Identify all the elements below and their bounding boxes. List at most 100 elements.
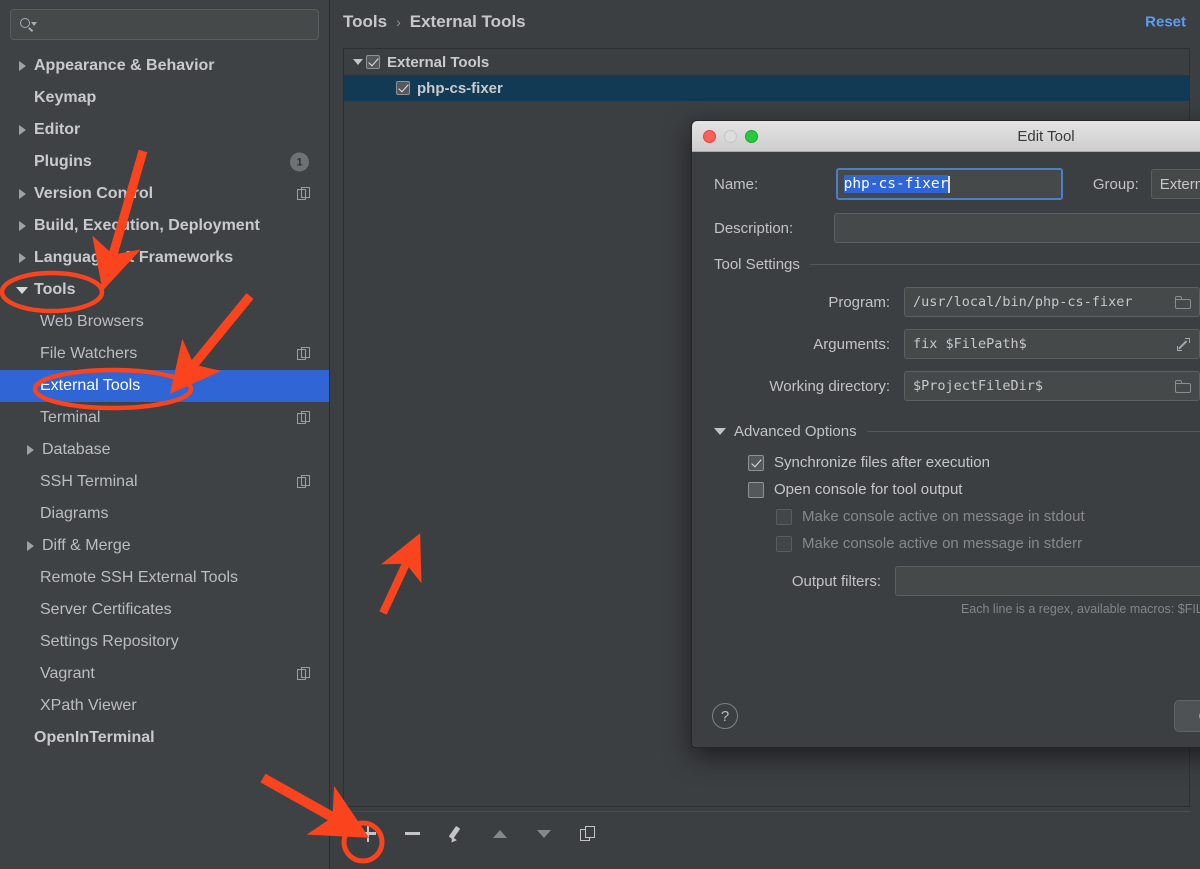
working-directory-row: Working directory: $ProjectFileDir$ Inse… bbox=[714, 371, 1200, 401]
chevron-right-icon[interactable] bbox=[14, 61, 30, 71]
sidebar-item-terminal[interactable]: Terminal bbox=[0, 402, 329, 434]
sidebar-item-version-control[interactable]: Version Control bbox=[0, 178, 329, 210]
sidebar-item-keymap[interactable]: Keymap bbox=[0, 82, 329, 114]
edit-tool-dialog: Edit Tool Name: php-cs-fixer Group: Exte… bbox=[691, 120, 1200, 748]
sidebar-item-external-tools[interactable]: External Tools bbox=[0, 370, 329, 402]
program-input[interactable]: /usr/local/bin/php-cs-fixer bbox=[904, 287, 1200, 317]
sidebar-item-web-browsers[interactable]: Web Browsers bbox=[0, 306, 329, 338]
sidebar-item-appearance-behavior[interactable]: Appearance & Behavior bbox=[0, 50, 329, 82]
copy-icon[interactable] bbox=[297, 187, 311, 201]
tree-row-external-tools[interactable]: External Tools bbox=[344, 49, 1189, 75]
dialog-titlebar[interactable]: Edit Tool bbox=[692, 121, 1200, 152]
sync-files-row[interactable]: Synchronize files after execution bbox=[714, 454, 1200, 471]
sidebar-item-languages-frameworks[interactable]: Languages & Frameworks bbox=[0, 242, 329, 274]
sidebar-item-label: Version Control bbox=[34, 185, 153, 203]
sync-files-checkbox[interactable] bbox=[748, 455, 764, 471]
open-console-checkbox[interactable] bbox=[748, 482, 764, 498]
chevron-right-icon[interactable] bbox=[14, 221, 30, 231]
search-box[interactable] bbox=[10, 9, 319, 40]
group-select[interactable]: External Tools bbox=[1151, 169, 1200, 199]
name-row: Name: php-cs-fixer Group: External Tools bbox=[714, 168, 1200, 200]
copy-tool-button[interactable] bbox=[575, 821, 601, 847]
chevron-down-icon[interactable] bbox=[14, 287, 30, 294]
chevron-right-icon[interactable] bbox=[14, 125, 30, 135]
folder-icon[interactable] bbox=[1175, 380, 1191, 393]
copy-icon[interactable] bbox=[297, 475, 311, 489]
working-directory-label: Working directory: bbox=[714, 378, 904, 395]
copy-icon[interactable] bbox=[297, 347, 311, 361]
sidebar-item-label: Vagrant bbox=[40, 665, 95, 683]
search-input[interactable] bbox=[39, 17, 310, 32]
sidebar-item-remote-ssh-external-tools[interactable]: Remote SSH External Tools bbox=[0, 562, 329, 594]
open-console-row[interactable]: Open console for tool output bbox=[714, 481, 1200, 498]
description-label: Description: bbox=[714, 220, 834, 237]
sync-files-label: Synchronize files after execution bbox=[774, 454, 990, 471]
sidebar-item-editor[interactable]: Editor bbox=[0, 114, 329, 146]
chevron-right-icon[interactable] bbox=[22, 541, 38, 551]
sidebar-item-label: Appearance & Behavior bbox=[34, 57, 215, 75]
copy-icon[interactable] bbox=[297, 667, 311, 681]
add-tool-button[interactable] bbox=[355, 821, 381, 847]
sidebar-item-label: Server Certificates bbox=[40, 601, 172, 619]
sidebar-item-label: Plugins bbox=[34, 153, 92, 171]
chevron-down-icon[interactable] bbox=[350, 59, 366, 65]
sidebar-item-plugins[interactable]: Plugins 1 bbox=[0, 146, 329, 178]
sidebar-item-openinterminal[interactable]: OpenInTerminal bbox=[0, 722, 329, 754]
sidebar-item-diagrams[interactable]: Diagrams bbox=[0, 498, 329, 530]
folder-icon[interactable] bbox=[1175, 296, 1191, 309]
tool-settings-header: Tool Settings bbox=[714, 256, 1200, 273]
description-input[interactable] bbox=[834, 213, 1200, 243]
breadcrumb-separator-icon: › bbox=[396, 14, 401, 30]
edit-tool-button[interactable] bbox=[443, 821, 469, 847]
tree-row-php-cs-fixer[interactable]: php-cs-fixer bbox=[344, 75, 1189, 101]
stdout-row: Make console active on message in stdout bbox=[714, 508, 1200, 525]
sidebar-item-label: Languages & Frameworks bbox=[34, 249, 233, 267]
sidebar-item-ssh-terminal[interactable]: SSH Terminal bbox=[0, 466, 329, 498]
sidebar-item-badge: 1 bbox=[290, 153, 309, 172]
stdout-label: Make console active on message in stdout bbox=[802, 508, 1085, 525]
breadcrumb: Tools › External Tools Reset bbox=[331, 0, 1200, 44]
arguments-input[interactable]: fix $FilePath$ bbox=[904, 329, 1200, 359]
reset-link[interactable]: Reset bbox=[1145, 14, 1186, 31]
move-down-button[interactable] bbox=[531, 821, 557, 847]
sidebar-item-build-execution-deployment[interactable]: Build, Execution, Deployment bbox=[0, 210, 329, 242]
cancel-button[interactable]: Cancel bbox=[1174, 700, 1200, 732]
tree-checkbox-external-tools[interactable] bbox=[366, 55, 380, 69]
sidebar-item-label: External Tools bbox=[40, 377, 140, 395]
sidebar-item-xpath-viewer[interactable]: XPath Viewer bbox=[0, 690, 329, 722]
move-up-button[interactable] bbox=[487, 821, 513, 847]
stderr-row: Make console active on message in stderr bbox=[714, 535, 1200, 552]
sidebar-item-label: Tools bbox=[34, 281, 75, 299]
chevron-right-icon[interactable] bbox=[14, 253, 30, 263]
name-input[interactable]: php-cs-fixer bbox=[836, 168, 1063, 200]
output-filters-input[interactable] bbox=[895, 566, 1200, 596]
chevron-down-icon[interactable] bbox=[714, 428, 726, 435]
working-directory-value: $ProjectFileDir$ bbox=[913, 378, 1043, 394]
advanced-options-header[interactable]: Advanced Options bbox=[714, 423, 1200, 440]
working-directory-input[interactable]: $ProjectFileDir$ bbox=[904, 371, 1200, 401]
chevron-right-icon[interactable] bbox=[14, 189, 30, 199]
sidebar-item-file-watchers[interactable]: File Watchers bbox=[0, 338, 329, 370]
help-button[interactable]: ? bbox=[712, 703, 738, 729]
sidebar-item-label: Remote SSH External Tools bbox=[40, 569, 238, 587]
sidebar-item-label: Editor bbox=[34, 121, 80, 139]
program-row: Program: /usr/local/bin/php-cs-fixer Ins… bbox=[714, 287, 1200, 317]
tree-label-php-cs-fixer: php-cs-fixer bbox=[417, 80, 503, 97]
copy-icon[interactable] bbox=[297, 411, 311, 425]
tree-toolbar bbox=[343, 811, 1190, 855]
tree-checkbox-php-cs-fixer[interactable] bbox=[396, 81, 410, 95]
settings-sidebar: Appearance & Behavior Keymap Editor Plugins… bbox=[0, 0, 330, 869]
breadcrumb-root[interactable]: Tools bbox=[343, 12, 387, 32]
sidebar-item-settings-repository[interactable]: Settings Repository bbox=[0, 626, 329, 658]
expand-icon[interactable] bbox=[1176, 337, 1191, 352]
chevron-right-icon[interactable] bbox=[22, 445, 38, 455]
sidebar-item-tools[interactable]: Tools bbox=[0, 274, 329, 306]
remove-tool-button[interactable] bbox=[399, 821, 425, 847]
group-select-value: External Tools bbox=[1152, 176, 1200, 193]
sidebar-item-database[interactable]: Database bbox=[0, 434, 329, 466]
sidebar-item-vagrant[interactable]: Vagrant bbox=[0, 658, 329, 690]
sidebar-nav-list: Appearance & Behavior Keymap Editor Plugins… bbox=[0, 50, 329, 754]
dialog-title: Edit Tool bbox=[692, 128, 1200, 145]
sidebar-item-server-certificates[interactable]: Server Certificates bbox=[0, 594, 329, 626]
sidebar-item-diff-merge[interactable]: Diff & Merge bbox=[0, 530, 329, 562]
